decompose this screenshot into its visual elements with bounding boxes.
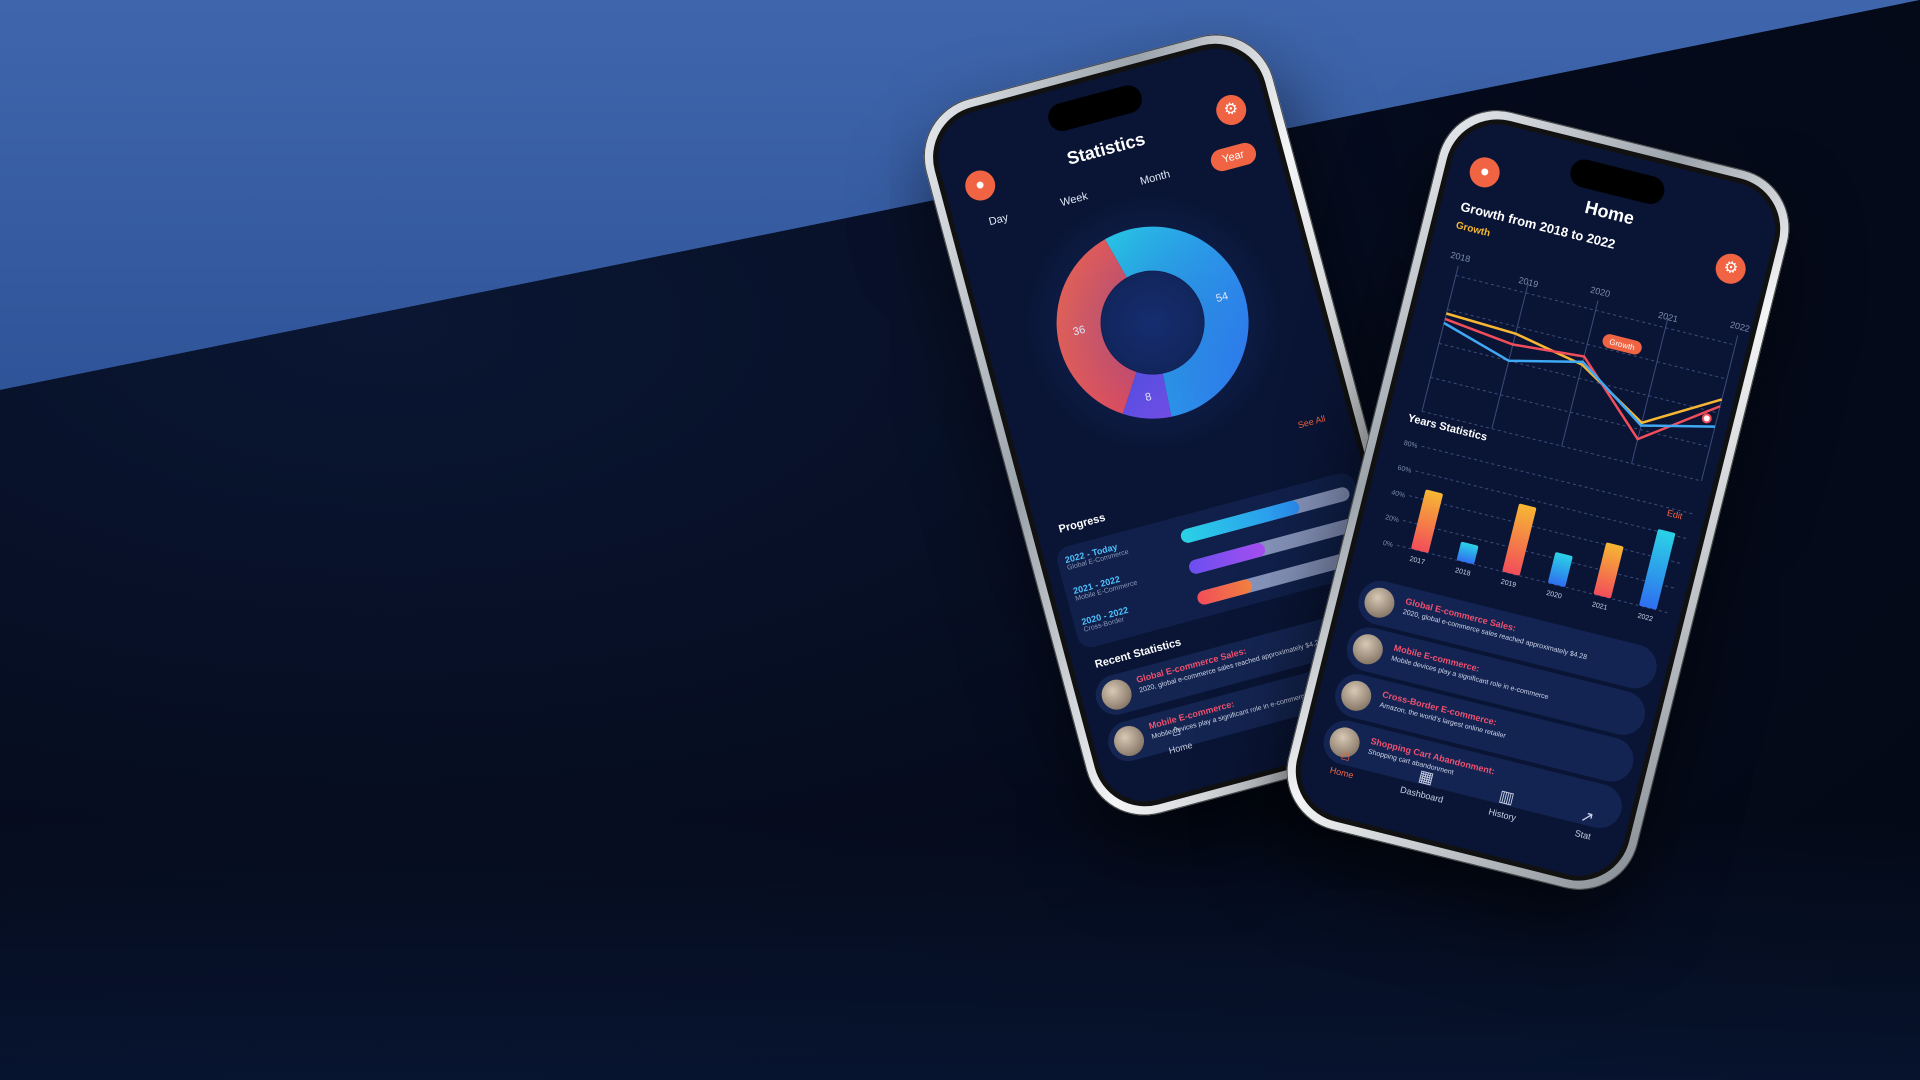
donut-chart: 54836 — [993, 163, 1312, 482]
nav-dashboard[interactable]: ▦Dashboard — [1387, 759, 1463, 808]
y-tick-label: 20% — [1384, 514, 1399, 524]
dynamic-island — [1045, 82, 1146, 135]
grid-line — [1631, 317, 1669, 464]
y-tick-label: 0% — [1382, 540, 1394, 549]
x-tick-label: 2021 — [1591, 601, 1608, 612]
x-tick-label: 2019 — [1500, 579, 1517, 590]
x-tick-label: 2021 — [1657, 310, 1679, 325]
progress-heading: Progress — [1057, 511, 1107, 536]
tab-day[interactable]: Day — [975, 204, 1023, 237]
x-tick-label: 2022 — [1637, 613, 1654, 624]
background-glow — [0, 820, 1920, 1080]
x-tick-label: 2022 — [1729, 319, 1751, 334]
grid-line — [1491, 283, 1529, 429]
x-tick-label: 2017 — [1409, 556, 1426, 567]
grid-line — [1700, 335, 1739, 482]
y-tick-label: 40% — [1391, 489, 1406, 499]
avatar — [1349, 631, 1387, 668]
nav-home[interactable]: ⌂ Home — [1307, 739, 1382, 786]
bar[interactable] — [1456, 541, 1479, 565]
avatar — [1361, 584, 1398, 621]
grid-line — [1409, 495, 1683, 565]
tab-month[interactable]: Month — [1126, 160, 1184, 195]
bar[interactable] — [1639, 529, 1676, 610]
bar[interactable] — [1411, 489, 1443, 553]
x-tick-label: 2019 — [1517, 275, 1539, 290]
y-tick-label: 80% — [1403, 440, 1418, 450]
x-tick-label: 2020 — [1589, 285, 1611, 300]
chart-point[interactable] — [1701, 413, 1712, 424]
avatar — [1098, 676, 1135, 713]
x-tick-label: 2020 — [1546, 590, 1563, 601]
tab-year[interactable]: Year — [1208, 140, 1259, 174]
nav-label: Home — [1167, 739, 1194, 756]
grid-line — [1421, 265, 1459, 412]
see-all-link[interactable]: See All — [1297, 413, 1327, 430]
gear-icon: ⚙ — [1721, 258, 1740, 279]
bar[interactable] — [1502, 503, 1537, 576]
x-tick-label: 2018 — [1454, 567, 1471, 578]
bar[interactable] — [1593, 542, 1624, 599]
grid-line — [1415, 470, 1690, 540]
nav-stat[interactable]: ↗ Stat — [1548, 799, 1624, 848]
nav-history[interactable]: ▥ History — [1467, 779, 1543, 828]
grid-line — [1402, 519, 1677, 590]
nav-home[interactable]: ⌂ Home — [1140, 714, 1216, 762]
nav-label: Home — [1328, 764, 1355, 781]
y-tick-label: 60% — [1397, 465, 1412, 475]
nav-label: Stat — [1573, 828, 1592, 842]
x-tick-label: 2018 — [1450, 250, 1472, 265]
avatar — [1338, 677, 1375, 715]
